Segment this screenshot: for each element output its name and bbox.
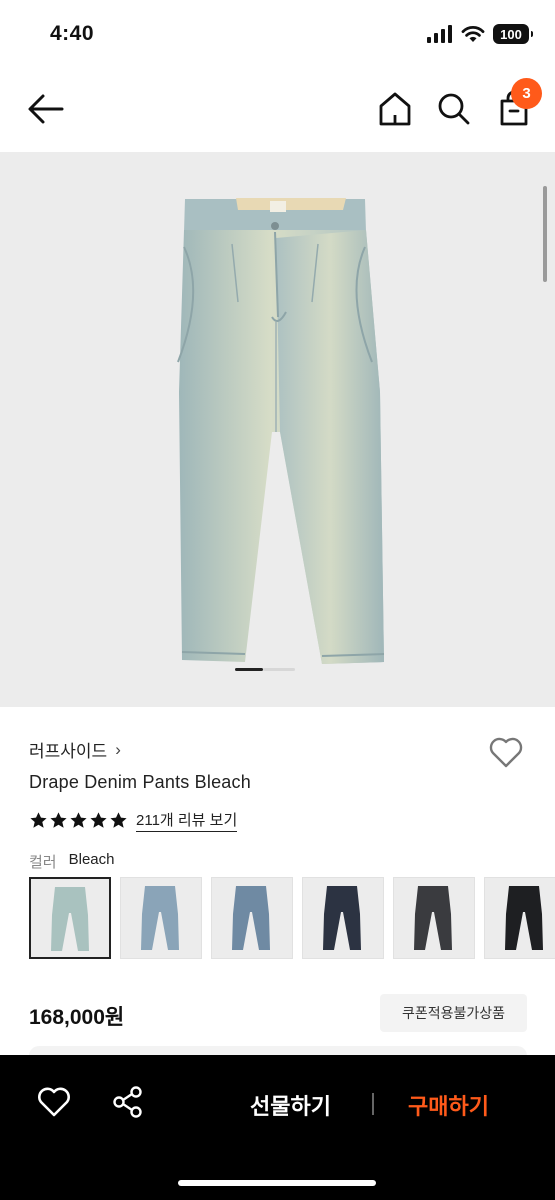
wifi-icon: [461, 26, 485, 42]
swatch-pants-thumbnail: [505, 886, 543, 950]
status-time: 4:40: [50, 22, 95, 45]
rating-row: 211개 리뷰 보기: [29, 809, 238, 832]
wishlist-heart-icon[interactable]: [36, 1086, 72, 1118]
review-link[interactable]: 211개 리뷰 보기: [136, 809, 238, 832]
bottom-divider: [372, 1093, 374, 1115]
status-bar: 4:40 100: [0, 0, 555, 70]
swatch-pants-thumbnail: [51, 887, 89, 951]
share-icon[interactable]: [111, 1085, 145, 1119]
search-icon[interactable]: [434, 89, 474, 129]
color-swatch[interactable]: [211, 877, 293, 959]
product-name: Drape Denim Pants Bleach: [29, 772, 251, 792]
brand-name: 러프사이드: [29, 742, 108, 761]
battery-level: 100: [500, 26, 522, 42]
nav-bar: [0, 75, 555, 145]
swatch-pants-thumbnail: [323, 886, 361, 950]
color-row: 컬러 Bleach: [29, 851, 114, 872]
chevron-right-icon: ›: [115, 739, 121, 759]
product-price: 168,000원: [29, 1006, 125, 1029]
product-image: [177, 198, 385, 664]
star-icon: [90, 812, 107, 828]
star-icon: [50, 812, 67, 828]
swatch-pants-thumbnail: [232, 886, 270, 950]
star-icon: [30, 812, 47, 828]
color-swatch[interactable]: [302, 877, 384, 959]
color-swatch-list: [29, 877, 555, 959]
home-icon[interactable]: [376, 89, 414, 129]
back-arrow-icon[interactable]: [26, 91, 66, 127]
image-scrollbar[interactable]: [543, 186, 547, 282]
battery-icon: 100: [493, 24, 533, 44]
coupon-badge: 쿠폰적용불가상품: [380, 994, 527, 1032]
color-swatch[interactable]: [393, 877, 475, 959]
swatch-pants-thumbnail: [414, 886, 452, 950]
home-indicator[interactable]: [178, 1180, 376, 1186]
swatch-pants-thumbnail: [141, 886, 179, 950]
status-icons: 100: [427, 24, 533, 44]
product-image-carousel[interactable]: [0, 152, 555, 707]
bottom-action-bar: 선물하기 구매하기: [0, 1055, 555, 1200]
brand-link[interactable]: 러프사이드 ›: [29, 737, 121, 762]
gift-button[interactable]: 선물하기: [250, 1089, 331, 1121]
signal-icon: [427, 25, 452, 43]
color-label: 컬러: [29, 854, 57, 871]
color-swatch[interactable]: [29, 877, 111, 959]
carousel-indicator-active: [235, 668, 263, 671]
wishlist-heart-icon[interactable]: [488, 735, 524, 769]
buy-button[interactable]: 구매하기: [408, 1089, 489, 1121]
cart-count-badge: 3: [511, 78, 542, 109]
star-icon: [70, 812, 87, 828]
star-icon: [110, 812, 127, 828]
rating-stars: [29, 811, 128, 830]
color-swatch[interactable]: [120, 877, 202, 959]
carousel-indicator-track: [263, 668, 295, 671]
color-value: Bleach: [68, 851, 115, 868]
color-swatch[interactable]: [484, 877, 555, 959]
